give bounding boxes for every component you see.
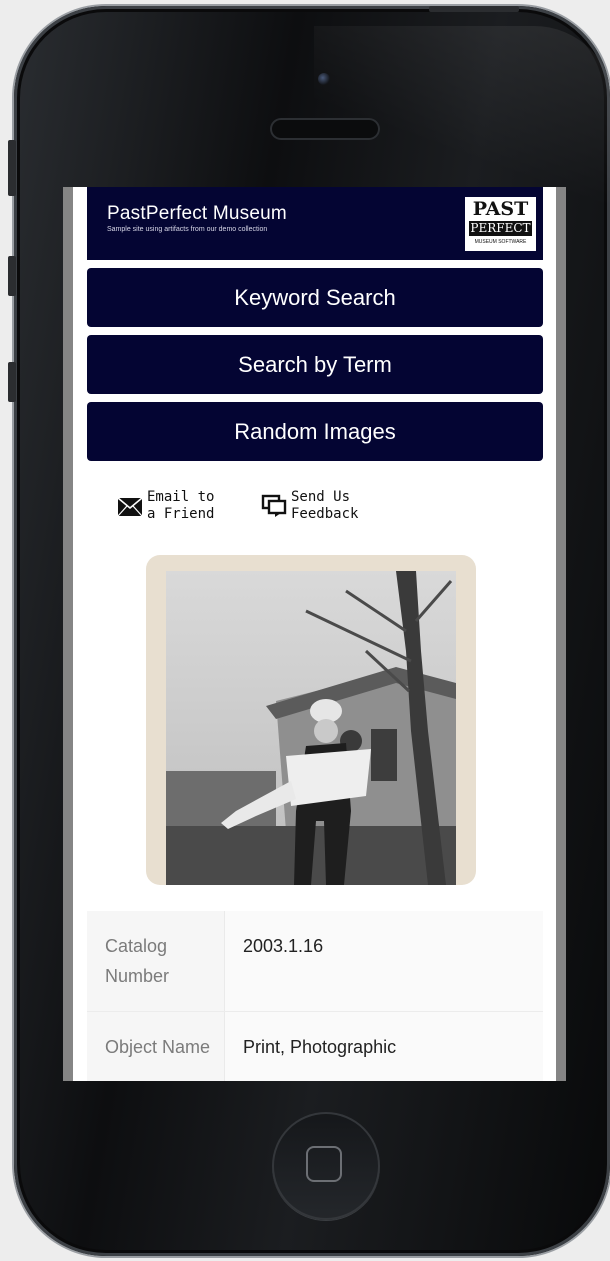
search-by-term-button[interactable]: Search by Term [87,335,543,394]
object-name-label: Object Name [87,1012,225,1081]
phone-screen: PastPerfect Museum Sample site using art… [63,187,566,1081]
envelope-icon [117,497,143,517]
volume-up-button [8,256,16,296]
artifact-photo [166,571,456,885]
site-subtitle: Sample site using artifacts from our dem… [107,226,268,233]
site-title[interactable]: PastPerfect Museum [107,203,287,225]
random-images-button[interactable]: Random Images [87,402,543,461]
screen-edge-right [556,187,566,1081]
home-square-icon [306,1146,342,1182]
screen-edge-left [63,187,73,1081]
catalog-label-line-2: Number [105,966,170,986]
catalog-label-line-1: Catalog [105,936,168,956]
email-link-line-1: Email to [147,489,215,505]
table-row: Object Name Print, Photographic [87,1012,543,1081]
keyword-search-button[interactable]: Keyword Search [87,268,543,327]
email-link-line-2: a Friend [147,506,215,522]
send-feedback-link[interactable]: Send Us Feedback [261,489,358,523]
chat-bubbles-icon [261,494,287,517]
feedback-link-line-2: Feedback [291,506,359,522]
artifact-photo-frame[interactable] [146,555,476,885]
logo-line-2: PERFECT [469,221,532,236]
object-name-value: Print, Photographic [225,1012,543,1081]
earpiece-speaker [270,118,380,140]
logo-line-3: MUSEUM SOFTWARE [474,239,527,245]
logo-line-1: PAST [472,198,529,220]
power-button [429,6,519,12]
table-row: Catalog Number 2003.1.16 [87,911,543,1012]
email-friend-link[interactable]: Email to a Friend [117,489,214,523]
pastperfect-logo[interactable]: PAST PERFECT MUSEUM SOFTWARE [464,196,537,252]
share-actions: Email to a Friend Send Us Feedback [87,461,543,551]
record-details-table: Catalog Number 2003.1.16 Object Name Pri… [87,911,543,1081]
front-camera [318,73,330,85]
volume-down-button [8,362,16,402]
site-header[interactable]: PastPerfect Museum Sample site using art… [87,187,543,260]
catalog-number-label: Catalog Number [87,911,225,1011]
mute-switch [8,140,16,196]
catalog-number-value: 2003.1.16 [225,911,543,1011]
feedback-link-line-1: Send Us [291,489,351,505]
page-content: PastPerfect Museum Sample site using art… [87,187,543,1081]
